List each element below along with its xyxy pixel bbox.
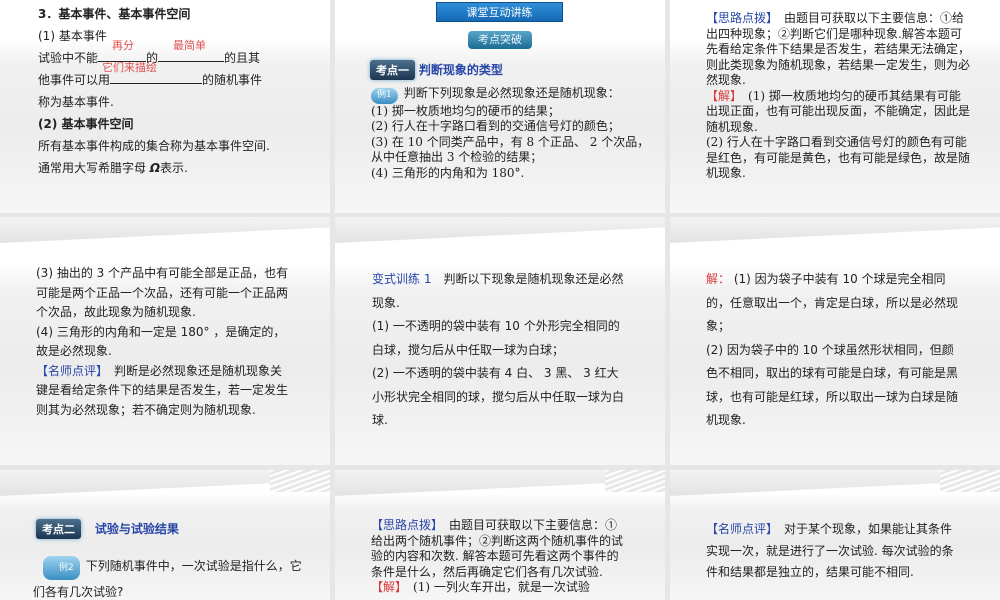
slide-4[interactable]: (3) 抽出的 3 个产品中有可能全部是正品，也有可能是两个正品一个次品，还有可… (0, 217, 330, 465)
topic-title: 判断现象的类型 (418, 63, 503, 77)
tag-label: 变式训练 1 (372, 272, 432, 286)
slide-9[interactable]: 【名师点评】 对于某个现象，如果能让其条件实现一次，就是进行了一次试验. 每次试… (670, 470, 1000, 600)
text: (1) 一列火车开出，就是一次试验 (401, 580, 590, 594)
slide-8[interactable]: 【思路点拨】 由题目可获取以下主要信息：① 给出两个随机事件；②判断这两个随机事… (335, 470, 665, 600)
list-item: (1) 掷一枚质地均匀的硬币的结果； (371, 103, 560, 118)
text: 通常用大写希腊字母 (38, 161, 147, 175)
tag-label: 【思路点拨】 (706, 11, 773, 25)
slide-2[interactable]: 课堂互动讲练 考点突破 考点一 判断现象的类型 例1 判断下列现象是必然现象还是随… (335, 0, 665, 213)
slide-text: 【思路点拨】 由题目可获取以下主要信息：①给出四种现象；②判断它们是哪种现象.解… (706, 11, 972, 182)
topic-title: 试验与试验结果 (94, 522, 179, 536)
slide-text: 例2 下列随机事件中，一次试验是指什么，它们各有几次试验? (33, 554, 303, 600)
text: (2) 行人在十字路口看到交通信号灯的颜色有可能是红色，有可能是黄色，也有可能是… (706, 135, 971, 180)
example-badge: 例1 (371, 88, 398, 104)
tag-label: 【名师点评】 (706, 522, 773, 536)
question: 判断下列现象是必然现象还是随机现象： (403, 86, 620, 100)
text: 所有基本事件构成的集合称为基本事件空间. (38, 139, 270, 153)
decorative-swoosh (0, 217, 330, 243)
list-item: (1) 一不透明的袋中装有 10 个外形完全相同的白球，搅匀后从中任取一球为白球… (372, 319, 620, 357)
answer-fill: 再分 (112, 39, 134, 52)
text: 称为基本事件. (38, 95, 114, 109)
example-badge: 例2 (43, 556, 80, 580)
list-item: (2) 行人在十字路口看到的交通信号灯的颜色； (371, 119, 620, 133)
text: 表示. (160, 161, 188, 175)
decorative-swoosh (335, 217, 665, 243)
text: 试验中不能 (38, 51, 99, 65)
decorative-swoosh (670, 217, 1000, 243)
text: (3) 抽出的 3 个产品中有可能全部是正品，也有可能是两个正品一个次品，还有可… (36, 266, 289, 319)
decorative-lines (270, 470, 330, 492)
text: (1) 因为袋子中装有 10 个球是完全相同的，任意取出一个，肯定是白球，所以是… (706, 272, 959, 333)
topic-badge: 考点二 (36, 519, 81, 539)
text: (4) 三角形的内角和一定是 180° ，是确定的，故是必然现象. (36, 324, 286, 359)
list-item: (3) 在 10 个同类产品中，有 8 个正品、 2 个次品，从中任意抽出 3 … (371, 134, 650, 165)
tag-label: 【解】 (371, 580, 402, 594)
slide-1[interactable]: 3．基本事件、基本事件空间 (1) 基本事件 试验中不能的的且其 再分 最简单 … (0, 0, 330, 213)
slide-text: 3．基本事件、基本事件空间 (1) 基本事件 试验中不能的的且其 再分 最简单 … (38, 3, 328, 179)
slide-3[interactable]: 【思路点拨】 由题目可获取以下主要信息：①给出四种现象；②判断它们是哪种现象.解… (670, 0, 1000, 213)
omega-symbol: Ω (149, 161, 161, 175)
tag-label: 解： (706, 272, 731, 286)
text: 的随机事件 (202, 73, 263, 87)
section-banner: 课堂互动讲练 (436, 2, 563, 22)
text: 他事件可以用 (38, 73, 111, 87)
slide-text: 【思路点拨】 由题目可获取以下主要信息：① 给出两个随机事件；②判断这两个随机事… (371, 518, 629, 596)
slide-text: 【名师点评】 对于某个现象，如果能让其条件实现一次，就是进行了一次试验. 每次试… (706, 519, 962, 584)
decorative-lines (940, 470, 1000, 492)
list-item: (4) 三角形的内角和为 180°. (371, 165, 525, 180)
slide-text: 例1 判断下列现象是必然现象还是随机现象： (1) 掷一枚质地均匀的硬币的结果； … (371, 86, 656, 181)
heading: 3．基本事件、基本事件空间 (38, 7, 191, 21)
answer-fill: 它们来描绘 (102, 61, 157, 74)
topic-badge: 考点一 (370, 60, 415, 80)
slide-5[interactable]: 变式训练 1 判断以下现象是随机现象还是必然现象. (1) 一不透明的袋中装有 … (335, 217, 665, 465)
list-item: (2) 一不透明的袋中装有 4 白、 3 黑、 3 红大小形状完全相同的球，搅匀… (372, 366, 625, 427)
slide-text: (3) 抽出的 3 个产品中有可能全部是正品，也有可能是两个正品一个次品，还有可… (36, 264, 292, 420)
text: (1) 掷一枚质地均匀的硬币其结果有可能出现正面，也有可能出现反面，不能确定，因… (706, 88, 971, 134)
tag-label: 【思路点拨】 (371, 518, 438, 532)
slide-7[interactable]: 考点二 试验与试验结果 例2 下列随机事件中，一次试验是指什么，它们各有几次试验? (0, 470, 330, 600)
text: 的且其 (224, 51, 261, 65)
tag-label: 【解】 (706, 88, 737, 103)
section-pill: 考点突破 (468, 31, 532, 49)
decorative-lines (605, 470, 665, 492)
slide-text: 解： (1) 因为袋子中装有 10 个球是完全相同的，任意取出一个，肯定是白球，… (706, 268, 962, 433)
slide-text: 变式训练 1 判断以下现象是随机现象还是必然现象. (1) 一不透明的袋中装有 … (372, 268, 628, 433)
text: (2) 因为袋子中的 10 个球虽然形状相同，但颜色不相同，取出的球有可能是白球… (706, 342, 959, 428)
subheading: (2) 基本事件空间 (38, 117, 134, 131)
slide-6[interactable]: 解： (1) 因为袋子中装有 10 个球是完全相同的，任意取出一个，肯定是白球，… (670, 217, 1000, 465)
tag-label: 【名师点评】 (36, 363, 103, 378)
answer-fill: 最简单 (173, 39, 206, 52)
